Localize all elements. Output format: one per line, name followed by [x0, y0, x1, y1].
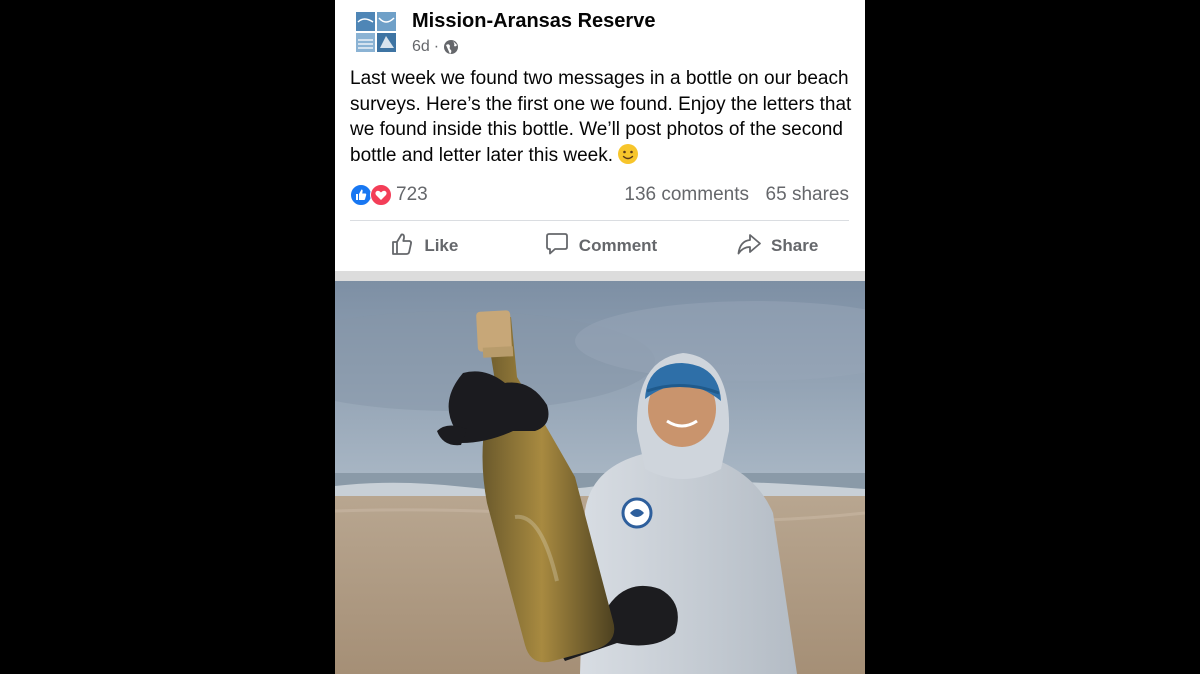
- post-time[interactable]: 6d: [412, 38, 430, 56]
- reactions-summary: 723 136 comments 65 shares: [350, 184, 849, 208]
- globe-icon: [443, 39, 459, 55]
- post-message-text: Last week we found two messages in a bot…: [350, 68, 852, 167]
- post-header: Mission-Aransas Reserve 6d ·: [335, 0, 865, 64]
- love-reaction-icon: [370, 184, 392, 206]
- post-actions: Like Comment Share: [335, 222, 865, 270]
- post-photo[interactable]: [335, 281, 865, 674]
- page-avatar[interactable]: [354, 10, 398, 54]
- shares-count[interactable]: 65 shares: [766, 184, 849, 206]
- actions-divider: [350, 220, 849, 221]
- like-label: Like: [424, 236, 459, 255]
- photo-separator: [335, 271, 865, 281]
- share-button[interactable]: Share: [688, 222, 865, 270]
- like-button[interactable]: Like: [335, 222, 512, 270]
- page-name[interactable]: Mission-Aransas Reserve: [412, 10, 655, 33]
- like-reaction-icon: [350, 184, 372, 206]
- reaction-icons[interactable]: [350, 184, 392, 206]
- reaction-count[interactable]: 723: [396, 184, 428, 206]
- comment-label: Comment: [578, 236, 658, 255]
- share-arrow-icon: [735, 230, 763, 263]
- post-message: Last week we found two messages in a bot…: [350, 66, 855, 169]
- post-card: Mission-Aransas Reserve 6d · Last week w…: [335, 0, 865, 674]
- post-meta: 6d ·: [412, 38, 459, 56]
- share-label: Share: [771, 236, 819, 255]
- comment-button[interactable]: Comment: [512, 222, 689, 270]
- slightly-smiling-face-icon: [617, 143, 639, 165]
- thumbs-up-icon: [388, 230, 416, 263]
- comments-count[interactable]: 136 comments: [624, 184, 749, 206]
- meta-separator: ·: [433, 38, 440, 55]
- comment-bubble-icon: [543, 230, 571, 263]
